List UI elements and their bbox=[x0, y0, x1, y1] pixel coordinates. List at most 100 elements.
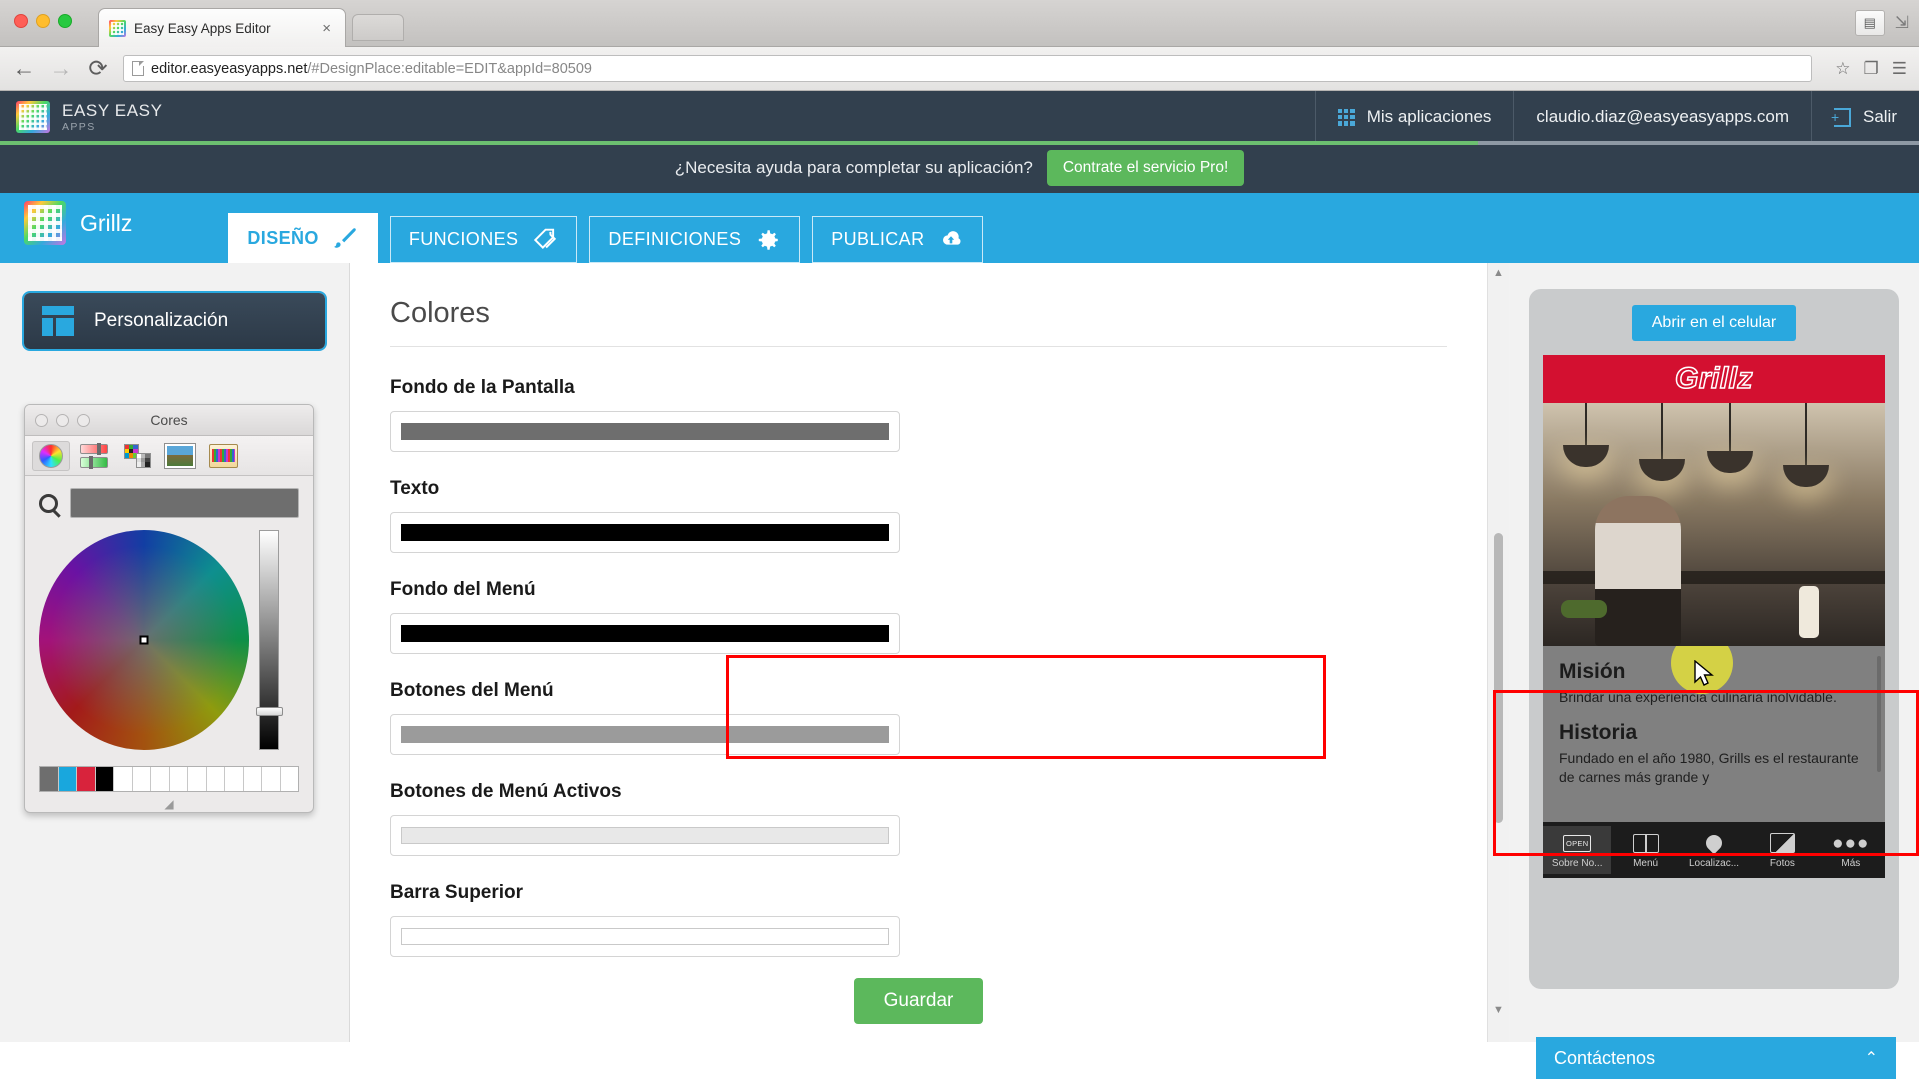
color-field-input[interactable] bbox=[390, 512, 900, 553]
color-swatch[interactable] bbox=[40, 767, 59, 791]
window-traffic-lights bbox=[14, 14, 72, 28]
color-swatch[interactable] bbox=[114, 767, 133, 791]
color-swatch[interactable] bbox=[151, 767, 170, 791]
color-field-swatch[interactable] bbox=[401, 423, 889, 440]
resize-grip-icon[interactable]: ◢ bbox=[25, 796, 313, 812]
color-swatch[interactable] bbox=[77, 767, 96, 791]
color-swatch[interactable] bbox=[262, 767, 281, 791]
color-swatch[interactable] bbox=[207, 767, 226, 791]
color-sliders-icon[interactable] bbox=[75, 441, 113, 471]
color-wheel-marker[interactable] bbox=[140, 636, 149, 645]
image-palettes-icon[interactable] bbox=[161, 441, 199, 471]
app-topbar: Grillz bbox=[1543, 355, 1885, 403]
logout-button[interactable]: Salir bbox=[1811, 91, 1919, 143]
color-field-swatch[interactable] bbox=[401, 928, 889, 945]
tabbar-item-menu[interactable]: Menú bbox=[1611, 826, 1679, 874]
color-picker-window: Cores bbox=[24, 404, 314, 813]
color-field-input[interactable] bbox=[390, 613, 900, 654]
scrollbar-thumb[interactable] bbox=[1494, 533, 1503, 823]
color-wheel-area bbox=[25, 530, 313, 760]
minimize-window-button[interactable] bbox=[36, 14, 50, 28]
main-scrollbar[interactable]: ▲ ▼ bbox=[1487, 263, 1509, 1042]
color-field-input[interactable] bbox=[390, 815, 900, 856]
magnifier-icon[interactable] bbox=[39, 494, 58, 513]
content-scrollbar[interactable] bbox=[1877, 656, 1881, 772]
color-swatch-bar bbox=[25, 760, 313, 796]
gear-icon bbox=[755, 227, 781, 253]
color-wheel[interactable] bbox=[39, 530, 249, 750]
user-profile-icon[interactable]: ▤ bbox=[1855, 10, 1885, 36]
color-field-swatch[interactable] bbox=[401, 625, 889, 642]
brand-logo-area[interactable]: EASY EASY APPS bbox=[0, 101, 163, 133]
color-swatch[interactable] bbox=[170, 767, 189, 791]
tabbar-item-mas[interactable]: ●●● Más bbox=[1817, 826, 1885, 874]
color-swatch[interactable] bbox=[96, 767, 115, 791]
color-palettes-icon[interactable] bbox=[118, 441, 156, 471]
color-field-label: Botones del Menú bbox=[390, 680, 1447, 702]
contact-us-bar[interactable]: Contáctenos ⌃ bbox=[1536, 1037, 1896, 1079]
map-pin-icon bbox=[1706, 831, 1722, 855]
mouse-cursor-icon bbox=[1693, 660, 1715, 688]
scroll-up-arrow[interactable]: ▲ bbox=[1493, 263, 1504, 283]
color-swatch[interactable] bbox=[133, 767, 152, 791]
pencils-icon[interactable] bbox=[204, 441, 242, 471]
color-field-input[interactable] bbox=[390, 411, 900, 452]
sidebar-item-personalizacion[interactable]: Personalización bbox=[24, 293, 325, 349]
color-field: Botones de Menú Activos bbox=[390, 781, 1447, 856]
save-button[interactable]: Guardar bbox=[854, 978, 984, 1024]
scroll-down-arrow[interactable]: ▼ bbox=[1493, 1000, 1504, 1020]
brightness-slider-knob[interactable] bbox=[256, 707, 283, 716]
brand-text: EASY EASY APPS bbox=[62, 102, 163, 133]
color-field-swatch[interactable] bbox=[401, 524, 889, 541]
color-field-input[interactable] bbox=[390, 916, 900, 957]
page-title: Colores bbox=[390, 297, 1447, 330]
color-preview-field[interactable] bbox=[70, 488, 299, 518]
main-panel: Colores Fondo de la PantallaTextoFondo d… bbox=[350, 263, 1487, 1042]
new-tab-button[interactable] bbox=[352, 14, 404, 41]
tab-definiciones-label: DEFINICIONES bbox=[608, 229, 741, 250]
color-field-input[interactable] bbox=[390, 714, 900, 755]
fullscreen-icon[interactable]: ⇲ bbox=[1895, 13, 1909, 33]
app-name-label: Grillz bbox=[80, 210, 132, 237]
color-swatch[interactable] bbox=[188, 767, 207, 791]
color-field-swatch[interactable] bbox=[401, 827, 889, 844]
tabbar-label: Localizac... bbox=[1689, 858, 1739, 869]
grid-icon bbox=[1338, 109, 1355, 126]
color-swatch[interactable] bbox=[244, 767, 263, 791]
my-apps-link[interactable]: Mis aplicaciones bbox=[1315, 91, 1514, 143]
menu-icon[interactable]: ☰ bbox=[1892, 59, 1907, 79]
tab-definiciones[interactable]: DEFINICIONES bbox=[589, 216, 800, 263]
tabbar-item-sobre-nosotros[interactable]: OPEN Sobre No... bbox=[1543, 826, 1611, 874]
forward-button[interactable]: → bbox=[49, 55, 73, 82]
close-icon[interactable]: × bbox=[318, 20, 335, 37]
back-button[interactable]: ← bbox=[12, 55, 36, 82]
color-field-swatch[interactable] bbox=[401, 726, 889, 743]
close-window-button[interactable] bbox=[14, 14, 28, 28]
reload-button[interactable]: ⟳ bbox=[86, 55, 110, 82]
tabbar-item-localizacion[interactable]: Localizac... bbox=[1680, 826, 1748, 874]
color-swatch[interactable] bbox=[225, 767, 244, 791]
logout-label: Salir bbox=[1863, 107, 1897, 127]
window-restore-icon[interactable]: ❐ bbox=[1864, 59, 1879, 79]
tab-funciones[interactable]: FUNCIONES bbox=[390, 216, 578, 263]
hire-pro-service-button[interactable]: Contrate el servicio Pro! bbox=[1047, 150, 1244, 186]
color-swatch[interactable] bbox=[281, 767, 299, 791]
page-info-icon[interactable] bbox=[132, 61, 144, 76]
account-email[interactable]: claudio.diaz@easyeasyapps.com bbox=[1513, 91, 1811, 143]
swatch-row[interactable] bbox=[39, 766, 299, 792]
color-wheel-icon[interactable] bbox=[32, 441, 70, 471]
maximize-window-button[interactable] bbox=[58, 14, 72, 28]
address-bar[interactable]: editor.easyeasyapps.net/#DesignPlace:edi… bbox=[123, 55, 1812, 82]
tabbar-label: Más bbox=[1841, 858, 1860, 869]
open-sign-icon: OPEN bbox=[1563, 831, 1591, 855]
color-swatch[interactable] bbox=[59, 767, 78, 791]
tab-diseno[interactable]: DISEÑO bbox=[228, 213, 377, 263]
open-on-phone-button[interactable]: Abrir en el celular bbox=[1632, 305, 1797, 341]
phone-mockup: Abrir en el celular Grillz bbox=[1529, 289, 1899, 989]
browser-tab[interactable]: Easy Easy Apps Editor × bbox=[98, 8, 346, 47]
bookmark-star-icon[interactable]: ☆ bbox=[1835, 59, 1850, 79]
tab-publicar[interactable]: PUBLICAR bbox=[812, 216, 983, 263]
tabbar-item-fotos[interactable]: Fotos bbox=[1748, 826, 1816, 874]
brightness-slider[interactable] bbox=[259, 530, 279, 750]
color-field-label: Texto bbox=[390, 478, 1447, 500]
